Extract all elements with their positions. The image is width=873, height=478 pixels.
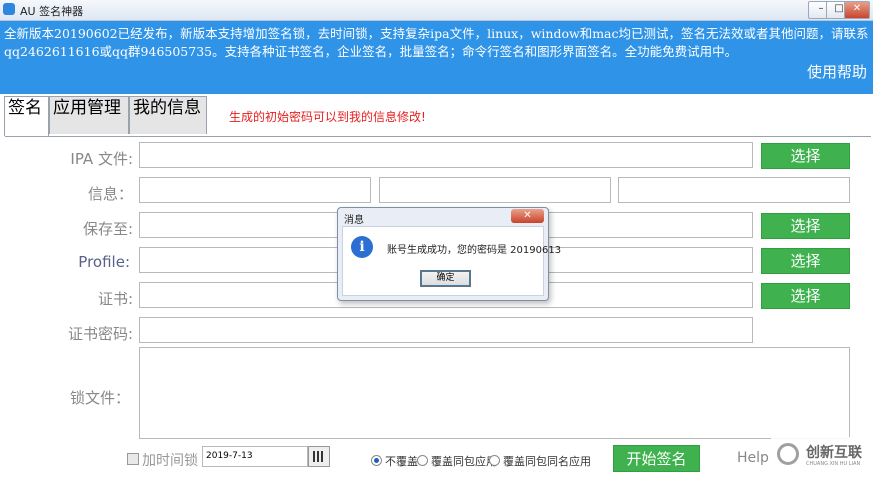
app-icon	[3, 3, 15, 15]
start-sign-button[interactable]: 开始签名	[613, 445, 700, 472]
notice-text: 全新版本20190602已经发布，新版本支持增加签名锁，去时间锁，支持复杂ipa…	[4, 26, 869, 59]
ipa-file-input[interactable]	[139, 142, 753, 168]
title-bar: AU 签名神器 – □ ✕	[0, 0, 873, 21]
radio-label: 不覆盖	[385, 455, 418, 468]
checkbox-box[interactable]	[127, 453, 139, 465]
radio-dot[interactable]	[371, 455, 382, 466]
window-title: AU 签名神器	[20, 5, 84, 18]
help-bottom-link[interactable]: Help	[737, 450, 769, 466]
notice-banner: 全新版本20190602已经发布，新版本支持增加签名锁，去时间锁，支持复杂ipa…	[0, 21, 873, 94]
lock-file-label: 锁文件：	[69, 389, 130, 407]
certificate-label: 证书:	[97, 290, 133, 308]
time-lock-label: 加时间锁	[142, 453, 198, 469]
info-input-3[interactable]	[618, 177, 850, 203]
radio-dot[interactable]	[489, 455, 500, 466]
choose-certificate-button[interactable]: 选择	[761, 283, 850, 309]
info-label: 信息：	[87, 185, 133, 203]
radio-overwrite-same-bundle-name[interactable]: 覆盖同包同名应用	[489, 453, 591, 469]
tab-app-management[interactable]: 应用管理	[49, 96, 129, 134]
watermark-logo: 创新互联 CHUANG XIN HU LIAN	[771, 437, 871, 475]
choose-ipa-button[interactable]: 选择	[761, 143, 850, 169]
tab-sign[interactable]: 签名	[4, 96, 49, 136]
save-to-label: 保存至:	[82, 220, 133, 238]
ipa-file-label: IPA 文件:	[70, 150, 133, 168]
radio-overwrite-same-bundle[interactable]: 覆盖同包应用	[417, 453, 497, 469]
dialog-body: i 账号生成成功，您的密码是 20190613 确定	[342, 226, 561, 296]
radio-dot[interactable]	[417, 455, 428, 466]
certificate-password-label: 证书密码:	[67, 325, 133, 343]
watermark-icon	[777, 443, 799, 465]
message-dialog: 消息 ✕ i 账号生成成功，您的密码是 20190613 确定	[337, 207, 561, 301]
watermark-text: 创新互联	[806, 445, 862, 461]
calendar-icon[interactable]	[308, 446, 330, 467]
dialog-close-button[interactable]: ✕	[511, 209, 544, 223]
info-input-1[interactable]	[139, 177, 371, 203]
close-button[interactable]: ✕	[844, 1, 870, 19]
tab-my-info[interactable]: 我的信息	[129, 96, 207, 134]
time-lock-checkbox[interactable]: 加时间锁	[127, 450, 198, 470]
help-link[interactable]: 使用帮助	[807, 61, 867, 82]
lock-file-textarea[interactable]	[139, 347, 850, 439]
dialog-message: 账号生成成功，您的密码是 20190613	[387, 245, 562, 256]
watermark-subtext: CHUANG XIN HU LIAN	[806, 461, 861, 467]
info-icon: i	[351, 236, 373, 258]
radio-no-overwrite[interactable]: 不覆盖	[371, 453, 418, 469]
dialog-ok-button[interactable]: 确定	[420, 270, 471, 287]
radio-label: 覆盖同包同名应用	[503, 455, 591, 468]
radio-label: 覆盖同包应用	[431, 455, 497, 468]
dialog-title: 消息	[344, 215, 364, 226]
certificate-password-input[interactable]	[139, 317, 753, 343]
choose-profile-button[interactable]: 选择	[761, 248, 850, 274]
info-input-2[interactable]	[379, 177, 611, 203]
password-hint: 生成的初始密码可以到我的信息修改!	[229, 110, 426, 124]
date-input[interactable]: 2019-7-13	[202, 446, 308, 467]
profile-label: Profile:	[78, 253, 130, 271]
choose-save-button[interactable]: 选择	[761, 213, 850, 239]
